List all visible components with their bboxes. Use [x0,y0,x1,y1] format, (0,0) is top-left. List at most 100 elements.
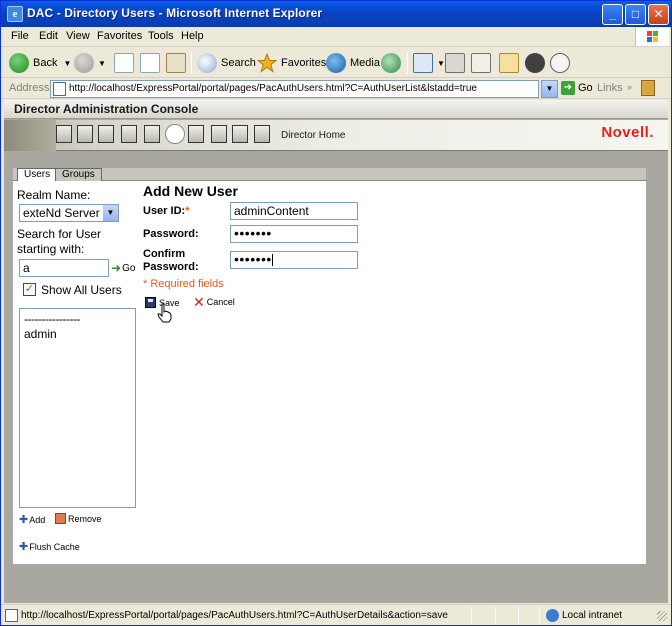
status-divider [539,607,540,624]
address-label: Address [9,82,50,94]
browser-toolbar: Back ▼ ▼ Search Favorites Media ▼ [1,48,671,78]
address-dropdown-button[interactable]: ▼ [541,80,558,98]
page-loading-icon [5,609,18,622]
tab-groups[interactable]: Groups [55,168,102,181]
stop-icon [114,53,134,73]
page-viewport: Director Administration Console Director… [4,100,668,603]
favorites-button[interactable]: Favorites [256,51,326,75]
userid-label: User ID:* [143,205,189,217]
media-globe-icon [326,53,346,73]
resize-grip[interactable] [657,611,667,621]
security-zone: Local intranet [546,609,622,622]
flush-cache-button[interactable]: ✚ Flush Cache [19,540,80,553]
menu-view[interactable]: View [66,30,90,42]
menu-bar: File Edit View Favorites Tools Help [1,27,671,47]
chevron-down-icon[interactable]: ▼ [98,59,106,68]
status-divider [471,607,472,624]
discuss-button[interactable] [499,51,523,75]
close-button[interactable]: ✕ [648,4,669,25]
menu-help[interactable]: Help [181,30,204,42]
remove-user-button[interactable]: Remove [55,513,102,524]
media-label: Media [350,57,380,69]
cancel-button[interactable]: ✕ Cancel [193,295,235,309]
form-title: Add New User [143,183,238,199]
remove-label: Remove [68,513,102,524]
research-icon [550,53,570,73]
show-all-users-label: Show All Users [41,283,122,297]
messenger-button[interactable] [525,51,549,75]
menu-tools[interactable]: Tools [148,30,174,42]
confirm-password-input[interactable]: ••••••• [230,251,358,269]
chevron-down-icon[interactable]: ▼ [63,59,71,68]
search-button[interactable]: Search [197,51,256,75]
go-button[interactable]: ➜ Go [561,81,593,95]
zone-label: Local intranet [562,610,623,621]
floppy-disk-icon [145,297,156,308]
workflow-icon[interactable] [232,125,248,143]
title-bar[interactable]: e DAC - Directory Users - Microsoft Inte… [1,1,671,27]
address-bar: Address http://localhost/ExpressPortal/p… [1,79,671,99]
chevron-down-icon[interactable]: ▼ [103,205,118,221]
portal-icon[interactable] [56,125,72,143]
research-button[interactable] [550,51,574,75]
address-input[interactable]: http://localhost/ExpressPortal/portal/pa… [50,80,539,98]
messenger-icon [525,53,545,73]
home-button[interactable] [166,51,190,75]
cancel-label: Cancel [206,297,235,307]
user-search-input[interactable]: a [19,259,109,277]
refresh-button[interactable] [140,51,164,75]
password-input[interactable]: ••••••• [230,225,358,243]
mail-button[interactable]: ▼ [413,51,445,75]
list-item[interactable]: admin [24,327,131,341]
hand-pointer-icon [157,303,172,323]
forward-button[interactable]: ▼ [74,51,106,75]
home-icon[interactable] [254,125,270,143]
menu-file[interactable]: File [11,30,29,42]
show-all-users-checkbox[interactable]: ✓ [23,283,36,296]
search-label-line2: starting with: [17,242,85,256]
stop-button[interactable] [114,51,138,75]
go-label: Go [578,82,593,94]
userid-input[interactable]: adminContent [230,202,358,220]
menu-favorites[interactable]: Favorites [97,30,142,42]
status-bar: http://localhost/ExpressPortal/portal/pa… [1,604,671,625]
history-button[interactable] [381,51,405,75]
search-go-button[interactable]: ➜ Go [111,261,135,275]
user-listbox[interactable]: ---------------- admin [19,308,136,508]
userid-label-text: User ID: [143,205,186,217]
calculator-icon[interactable] [77,125,93,143]
id-icon[interactable] [121,125,137,143]
go-arrow-icon: ➜ [111,261,122,275]
menu-edit[interactable]: Edit [39,30,58,42]
add-user-button[interactable]: ✚ Add [19,513,45,526]
print-button[interactable] [445,51,469,75]
go-label: Go [122,262,136,274]
realm-select[interactable]: exteNd Server ▼ [19,204,119,222]
home-icon [166,53,186,73]
required-fields-note: * Required fields [143,278,224,290]
star-icon [256,52,278,73]
dac-nav-banner: Director Home Novell. [4,120,668,151]
page-icon[interactable] [211,125,227,143]
windows-logo-icon [635,28,669,46]
maximize-button[interactable]: □ [625,4,646,25]
list-separator: ---------------- [24,312,80,326]
edit-icon[interactable] [144,125,160,143]
chevron-right-icon[interactable]: » [627,82,632,92]
forward-arrow-icon [74,53,94,73]
director-home-link[interactable]: Director Home [281,130,345,141]
chevron-down-icon[interactable]: ▼ [437,59,445,68]
back-button[interactable]: Back ▼ [9,51,71,75]
edit-button[interactable] [471,51,495,75]
tab-users[interactable]: Users [17,168,58,181]
links-button[interactable]: Links [597,82,623,94]
media-button[interactable]: Media [326,51,380,75]
toolbar-extension-icon[interactable] [641,80,655,96]
realm-value: exteNd Server [23,206,100,220]
security-icon[interactable] [165,124,185,144]
users-icon[interactable] [98,125,114,143]
grid-icon[interactable] [188,125,204,143]
minimize-button[interactable]: _ [602,4,623,25]
remove-icon [55,513,66,524]
status-text: http://localhost/ExpressPortal/portal/pa… [21,610,448,621]
